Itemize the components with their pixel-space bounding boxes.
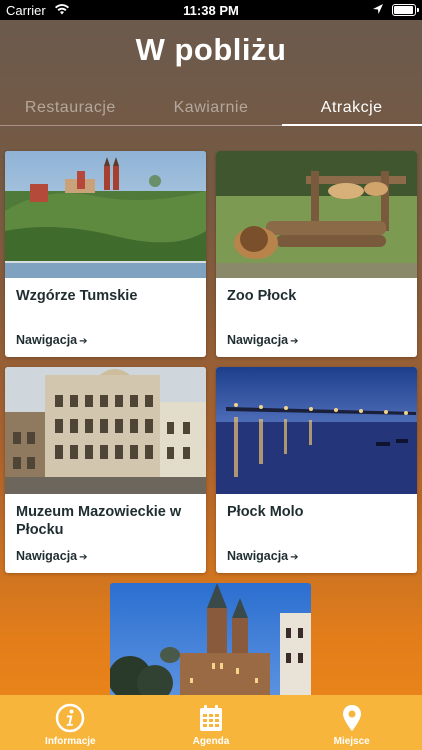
- arrow-right-icon: ➔: [79, 552, 88, 563]
- navigation-link[interactable]: Nawigacja ➔: [227, 549, 299, 563]
- place-name: Wzgórze Tumskie: [16, 288, 138, 304]
- tab-restauracje[interactable]: Restauracje: [0, 90, 141, 126]
- bottom-tab-agenda[interactable]: Agenda: [141, 695, 282, 750]
- arrow-right-icon: ➔: [79, 336, 88, 347]
- navigation-link[interactable]: Nawigacja ➔: [227, 333, 299, 347]
- navigation-link[interactable]: Nawigacja ➔: [16, 333, 88, 347]
- location-arrow-icon: [372, 2, 384, 19]
- place-name: Muzeum Mazowieckie w Płocku: [16, 504, 182, 538]
- page-title: W pobliżu: [135, 32, 287, 67]
- arrow-right-icon: ➔: [290, 336, 299, 347]
- bottom-tab-label: Agenda: [192, 736, 230, 747]
- place-photo: [216, 151, 417, 278]
- bottom-tab-bar: Informacje Agenda Miejsce: [0, 695, 422, 750]
- status-bar: Carrier 11:38 PM: [0, 0, 422, 20]
- navigation-link[interactable]: Nawigacja ➔: [16, 549, 88, 563]
- navigation-label: Nawigacja: [16, 333, 78, 347]
- active-tab-indicator: [282, 124, 422, 126]
- navigation-label: Nawigacja: [227, 549, 289, 563]
- bottom-tab-informacje[interactable]: Informacje: [0, 695, 141, 750]
- clock: 11:38 PM: [183, 3, 239, 18]
- bottom-tab-miejsce[interactable]: Miejsce: [281, 695, 422, 750]
- location-pin-icon: [342, 705, 361, 731]
- place-card-wzgorze-tumskie[interactable]: Wzgórze Tumskie Nawigacja ➔: [5, 151, 206, 357]
- info-icon: [56, 703, 85, 733]
- place-photo: [5, 151, 206, 278]
- place-photo: [110, 583, 311, 698]
- bottom-tab-label: Informacje: [45, 736, 96, 747]
- bottom-tab-label: Miejsce: [333, 736, 370, 747]
- battery-icon: [392, 4, 419, 16]
- place-photo: [5, 367, 206, 494]
- place-card-cathedral[interactable]: [110, 583, 311, 698]
- place-name: Zoo Płock: [227, 288, 297, 304]
- place-card-plock-molo[interactable]: Płock Molo Nawigacja ➔: [216, 367, 417, 573]
- arrow-right-icon: ➔: [290, 552, 299, 563]
- navigation-label: Nawigacja: [227, 333, 289, 347]
- place-photo: [216, 367, 417, 494]
- place-card-zoo-plock[interactable]: Zoo Płock Nawigacja ➔: [216, 151, 417, 357]
- category-tabs: Restauracje Kawiarnie Atrakcje: [0, 90, 422, 126]
- calendar-icon: [200, 705, 222, 731]
- place-name: Płock Molo: [227, 504, 304, 520]
- tab-kawiarnie[interactable]: Kawiarnie: [141, 90, 282, 126]
- place-card-muzeum-mazowieckie[interactable]: Muzeum Mazowieckie w Płocku Nawigacja ➔: [5, 367, 206, 573]
- tab-atrakcje[interactable]: Atrakcje: [281, 90, 422, 126]
- navigation-label: Nawigacja: [16, 549, 78, 563]
